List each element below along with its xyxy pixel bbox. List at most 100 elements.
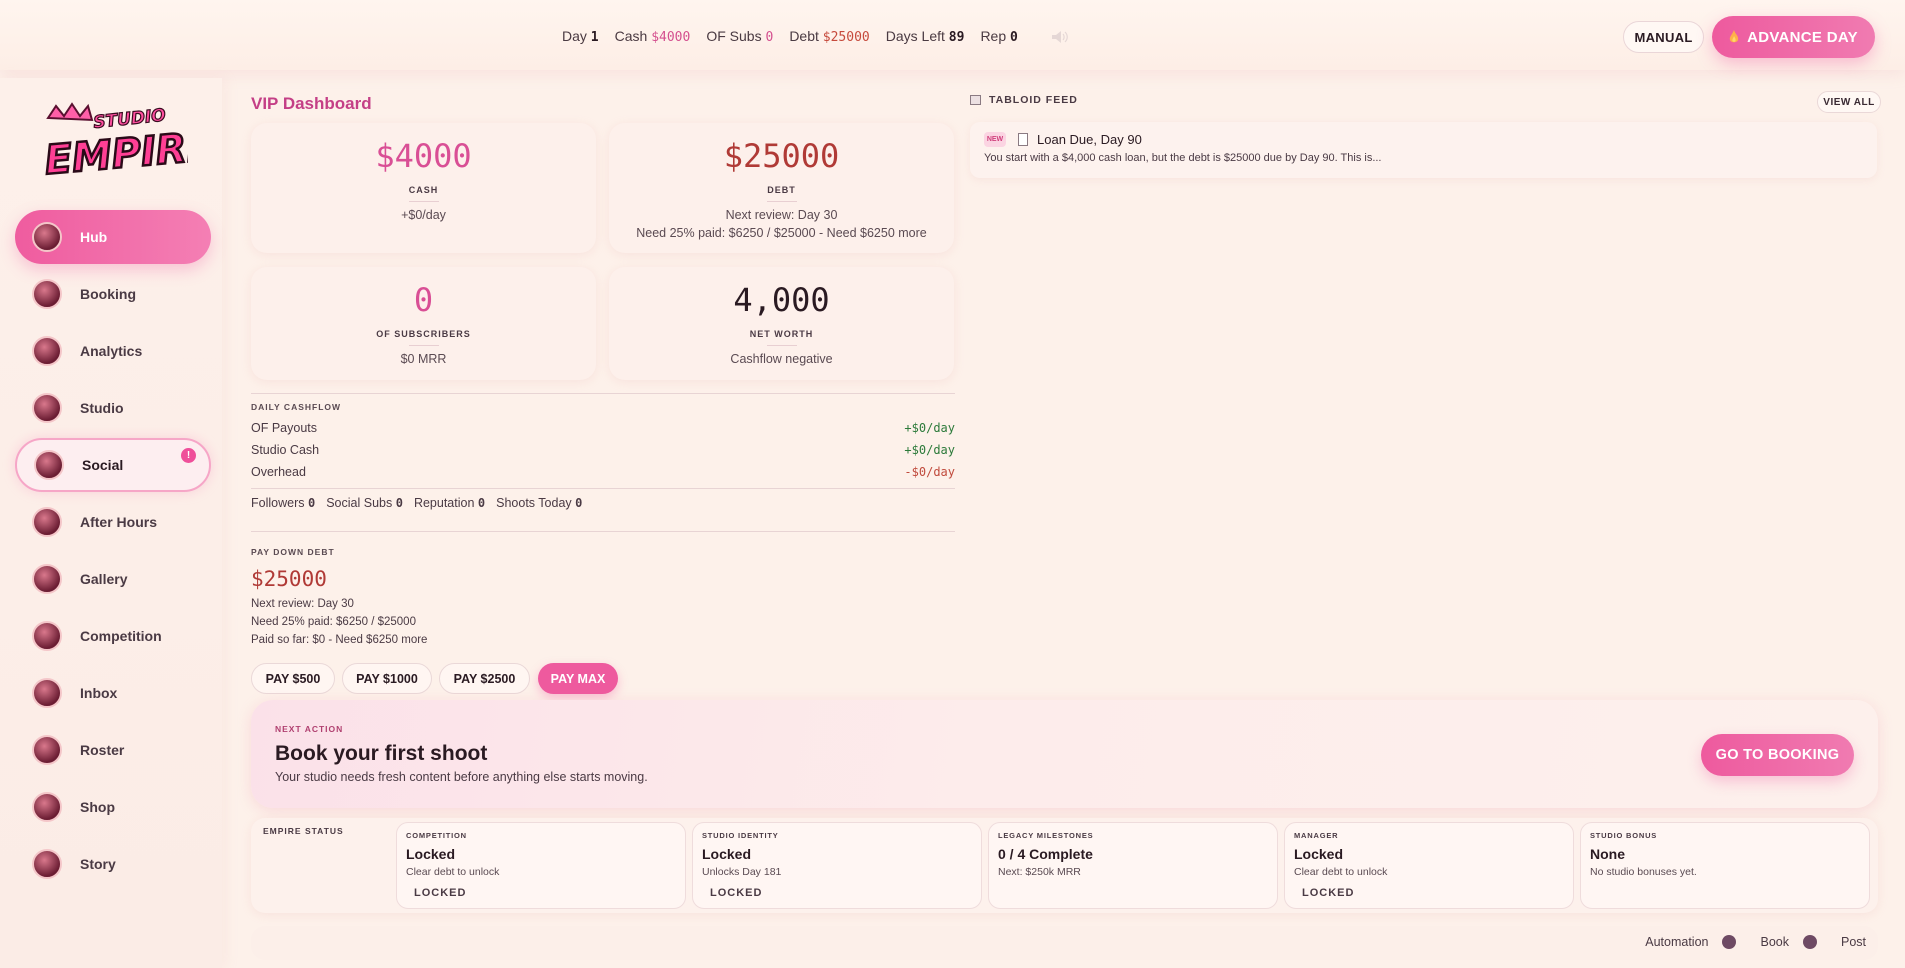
social-icon [34,450,64,480]
empire-card-manager: MANAGER Locked Clear debt to unlock LOCK… [1284,822,1574,909]
sidebar-item-inbox[interactable]: Inbox [15,666,211,720]
stat-rep: Rep 0 [980,28,1018,45]
sidebar-item-studio[interactable]: Studio [15,381,211,435]
page-title: VIP Dashboard [251,94,372,113]
roster-icon [32,735,62,765]
pay-down-debt-label: PAY DOWN DEBT [251,547,335,557]
after-hours-icon [32,507,62,537]
sidebar-item-social[interactable]: Social ! [15,438,211,492]
hub-icon [32,222,62,252]
newspaper-icon [970,95,981,105]
pay-down-need: Need 25% paid: $6250 / $25000 [251,616,416,628]
competition-icon [32,621,62,651]
stat-cash: Cash $4000 [614,28,691,45]
debt-next-review: Next review: Day 30 [725,208,838,222]
pay-2500-button[interactable]: PAY $2500 [439,663,530,694]
next-action-label: NEXT ACTION [275,724,344,734]
studio-empire-logo: STUDIO EMPIRE [42,102,188,185]
pay-down-paid: Paid so far: $0 - Need $6250 more [251,634,428,646]
book-label: Book [1760,935,1789,949]
studio-icon [32,393,62,423]
locked-tag: LOCKED [710,887,763,899]
cashflow-row: Studio Cash +$0/day [251,443,955,457]
subscribers-value: 0 [413,281,434,319]
subscribers-mrr: $0 MRR [400,352,447,366]
sidebar-item-story[interactable]: Story [15,837,211,891]
next-action-title: Book your first shoot [275,742,488,765]
go-to-booking-button[interactable]: GO TO BOOKING [1701,734,1854,776]
new-badge: NEW [984,132,1006,147]
feed-item-title: Loan Due, Day 90 [1037,132,1142,147]
post-label: Post [1840,935,1866,949]
pay-down-amount: $25000 [251,567,327,591]
social-subs-stat: Social Subs 0 [326,496,403,510]
debt-value: $25000 [723,137,840,175]
pay-max-button[interactable]: PAY MAX [538,663,618,694]
empire-status-panel: EMPIRE STATUS COMPETITION Locked Clear d… [251,818,1878,913]
daily-cashflow-label: DAILY CASHFLOW [251,402,342,412]
stat-subs: OF Subs 0 [706,28,774,45]
shop-icon [32,792,62,822]
next-action-panel: NEXT ACTION Book your first shoot Your s… [251,700,1878,808]
sidebar-item-competition[interactable]: Competition [15,609,211,663]
empire-status-label: EMPIRE STATUS [263,826,344,836]
document-icon [1018,133,1028,146]
view-all-button[interactable]: VIEW ALL [1817,91,1881,113]
net-worth-label: NET WORTH [749,329,814,339]
automation-toggle[interactable] [1722,935,1737,949]
next-action-subtitle: Your studio needs fresh content before a… [275,770,648,784]
book-toggle[interactable] [1802,935,1817,949]
debt-card: $25000 DEBT Next review: Day 30 Need 25%… [609,123,954,253]
analytics-icon [32,336,62,366]
sidebar-item-analytics[interactable]: Analytics [15,324,211,378]
empire-card-studio-identity: STUDIO IDENTITY Locked Unlocks Day 181 L… [692,822,982,909]
tabloid-feed-item[interactable]: NEW Loan Due, Day 90 You start with a $4… [970,122,1877,178]
cashflow-status: Cashflow negative [730,352,833,366]
stat-debt: Debt $25000 [789,28,870,45]
empire-card-competition: COMPETITION Locked Clear debt to unlock … [396,822,686,909]
notification-badge: ! [181,448,196,463]
locked-tag: LOCKED [414,887,467,899]
subscribers-label: OF SUBSCRIBERS [376,329,471,339]
debt-label: DEBT [767,185,796,195]
sidebar-item-shop[interactable]: Shop [15,780,211,834]
sidebar-item-booking[interactable]: Booking [15,267,211,321]
cashflow-row: OF Payouts +$0/day [251,421,955,435]
cash-label: CASH [408,185,439,195]
debt-need: Need 25% paid: $6250 / $25000 - Need $62… [636,226,927,240]
top-bar: Day 1 Cash $4000 OF Subs 0 Debt $25000 D… [0,0,1905,70]
automation-label: Automation [1645,935,1709,949]
cash-card: $4000 CASH +$0/day [251,123,596,253]
cashflow-row: Overhead -$0/day [251,465,955,479]
net-worth-card: 4,000 NET WORTH Cashflow negative [609,267,954,380]
speaker-icon[interactable] [1051,30,1068,43]
automation-bar: Automation Book Post [251,926,1878,960]
sidebar-item-gallery[interactable]: Gallery [15,552,211,606]
pay-500-button[interactable]: PAY $500 [251,663,335,694]
followers-stat: Followers 0 [251,496,316,510]
empire-card-legacy-milestones: LEGACY MILESTONES 0 / 4 Complete Next: $… [988,822,1278,909]
pay-1000-button[interactable]: PAY $1000 [342,663,432,694]
svg-text:EMPIRE: EMPIRE [43,123,188,184]
manual-button[interactable]: MANUAL [1623,21,1704,53]
gallery-icon [32,564,62,594]
pay-down-next-review: Next review: Day 30 [251,598,354,610]
sidebar-item-roster[interactable]: Roster [15,723,211,777]
locked-tag: LOCKED [1302,887,1355,899]
top-stats: Day 1 Cash $4000 OF Subs 0 Debt $25000 D… [562,28,1068,45]
flame-icon [1729,30,1739,43]
story-icon [32,849,62,879]
advance-day-label: ADVANCE DAY [1747,28,1858,46]
sidebar-item-hub[interactable]: Hub [15,210,211,264]
reputation-stat: Reputation 0 [413,496,486,510]
sidebar: STUDIO EMPIRE Hub Booking Analytics Stud… [0,78,222,968]
stat-days-left: Days Left 89 [885,28,965,45]
net-worth-value: 4,000 [733,281,830,319]
cash-rate: +$0/day [401,208,446,222]
stat-day: Day 1 [562,28,599,45]
inbox-icon [32,678,62,708]
sidebar-item-after-hours[interactable]: After Hours [15,495,211,549]
feed-item-body: You start with a $4,000 cash loan, but t… [984,152,1382,164]
advance-day-button[interactable]: ADVANCE DAY [1712,16,1875,58]
shoots-today-stat: Shoots Today 0 [496,496,583,510]
